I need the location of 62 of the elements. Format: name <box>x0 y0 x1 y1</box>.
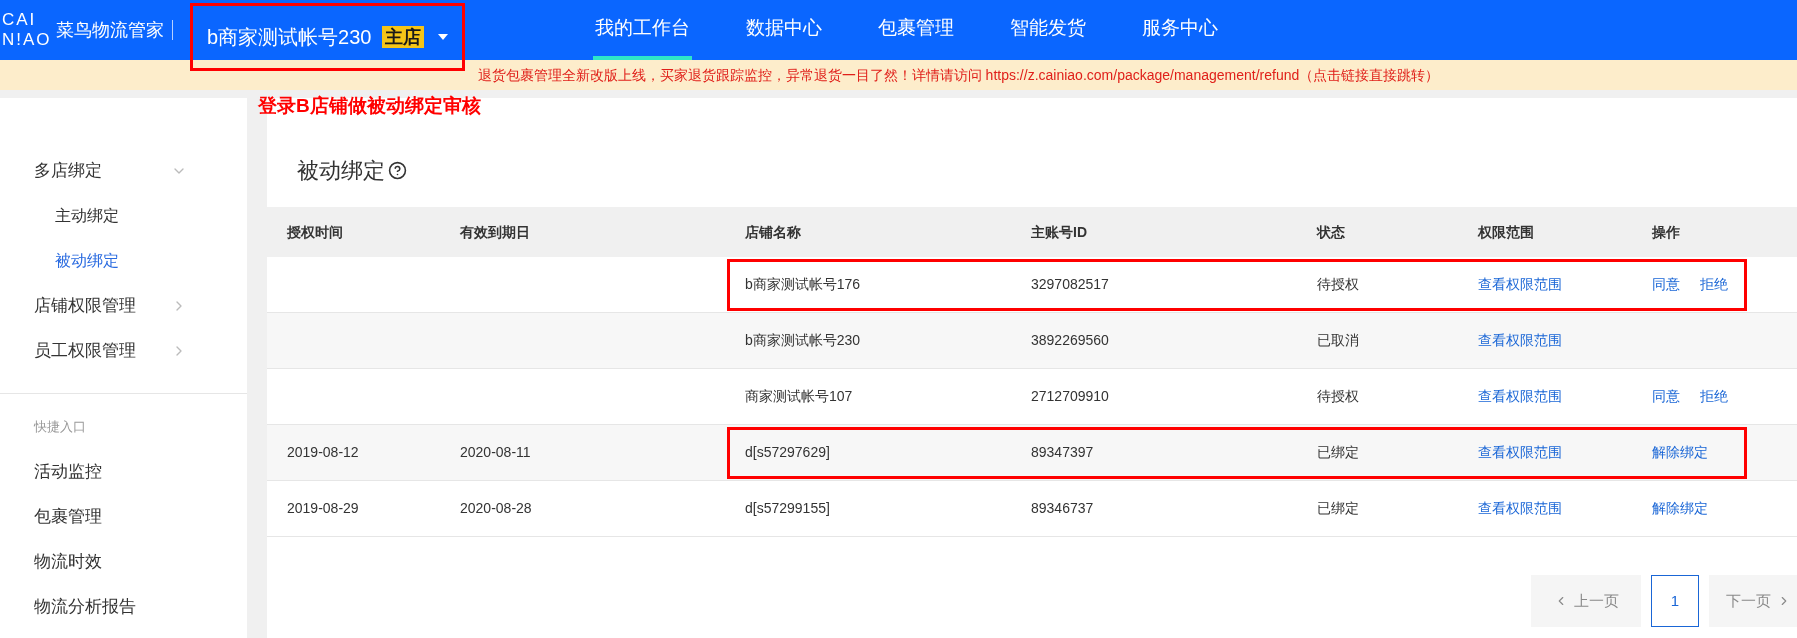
table-cell: 89347397 <box>1031 444 1094 460</box>
column-header: 操作 <box>1652 224 1680 240</box>
scope-link[interactable]: 查看权限范围 <box>1478 444 1562 460</box>
action-link[interactable]: 解除绑定 <box>1652 498 1708 519</box>
table-cell: 2020-08-28 <box>460 500 532 516</box>
logo-mark: CAI N!AO <box>2 10 52 50</box>
caret-icon <box>437 34 448 40</box>
table-cell: 89346737 <box>1031 500 1094 516</box>
table-cell: 已绑定 <box>1317 444 1359 460</box>
column-header: 状态 <box>1317 224 1345 240</box>
table-cell: 商家测试帐号107 <box>745 388 853 404</box>
table-cell: b商家测试帐号176 <box>745 276 861 292</box>
scope-link[interactable]: 查看权限范围 <box>1478 276 1562 292</box>
scope-link[interactable]: 查看权限范围 <box>1478 500 1562 516</box>
sidebar-item[interactable]: 活动监控 <box>0 449 247 494</box>
section-label: 快捷入口 <box>34 417 86 436</box>
nav-tab[interactable]: 包裹管理 <box>875 0 956 60</box>
sidebar-item[interactable]: 店铺权限管理 <box>0 283 247 328</box>
sidebar-item[interactable]: 物流分析报告 <box>0 584 247 629</box>
action-link[interactable]: 拒绝 <box>1700 274 1728 295</box>
annotation-text: 登录B店铺做被动绑定审核 <box>258 94 481 118</box>
sidebar-subitem[interactable]: 主动绑定 <box>0 193 247 238</box>
column-header: 权限范围 <box>1478 224 1534 240</box>
table-cell: 待授权 <box>1317 388 1359 404</box>
nav-tab[interactable]: 智能发货 <box>1007 0 1088 60</box>
table-cell: 已绑定 <box>1317 500 1359 516</box>
help-icon <box>388 160 407 180</box>
logo-text: 菜鸟物流管家 <box>55 18 164 42</box>
sidebar-item[interactable]: 员工权限管理 <box>0 328 247 373</box>
column-header: 主账号ID <box>1031 224 1087 240</box>
account-badge: 主店 <box>381 26 424 48</box>
action-link[interactable]: 同意 <box>1652 386 1680 407</box>
table-cell: b商家测试帐号230 <box>745 332 861 348</box>
table-cell: d[s57297629] <box>745 444 830 460</box>
action-link[interactable]: 同意 <box>1652 274 1680 295</box>
nav-tab[interactable]: 数据中心 <box>743 0 824 60</box>
column-header: 授权时间 <box>287 224 343 240</box>
sidebar-item[interactable]: 物流时效 <box>0 539 247 584</box>
table-cell: 2712709910 <box>1031 388 1109 404</box>
action-link[interactable]: 拒绝 <box>1700 386 1728 407</box>
table-cell: 已取消 <box>1317 332 1359 348</box>
table-cell: 2019-08-29 <box>287 500 359 516</box>
notice-text: 退货包裹管理全新改版上线，买家退货跟踪监控，异常退货一目了然！详情请访问 https://z.cainiao.com/package/management/refund（点击链接直接跳转） <box>477 65 1440 85</box>
table-cell: 3892269560 <box>1031 332 1109 348</box>
column-header: 有效到期日 <box>460 224 530 240</box>
table-cell: 待授权 <box>1317 276 1359 292</box>
table-cell: 2020-08-11 <box>460 444 531 460</box>
account-name: b商家测试帐号230 <box>207 25 372 50</box>
scope-link[interactable]: 查看权限范围 <box>1478 332 1562 348</box>
sidebar-subitem[interactable]: 被动绑定 <box>0 238 247 283</box>
account-selector[interactable]: b商家测试帐号230 主店 <box>190 3 465 71</box>
column-header: 店铺名称 <box>745 224 801 240</box>
table-cell: 2019-08-12 <box>287 444 359 460</box>
sidebar-item[interactable]: 包裹管理 <box>0 494 247 539</box>
table-cell: 3297082517 <box>1031 276 1109 292</box>
scope-link[interactable]: 查看权限范围 <box>1478 388 1562 404</box>
action-link[interactable]: 解除绑定 <box>1652 442 1708 463</box>
table-cell: d[s57299155] <box>745 500 830 516</box>
sidebar-item[interactable]: 多店绑定 <box>0 148 247 193</box>
page-button[interactable]: 1 <box>1651 575 1699 627</box>
nav-tab[interactable]: 服务中心 <box>1139 0 1220 60</box>
page-title: 被动绑定 <box>297 156 385 185</box>
